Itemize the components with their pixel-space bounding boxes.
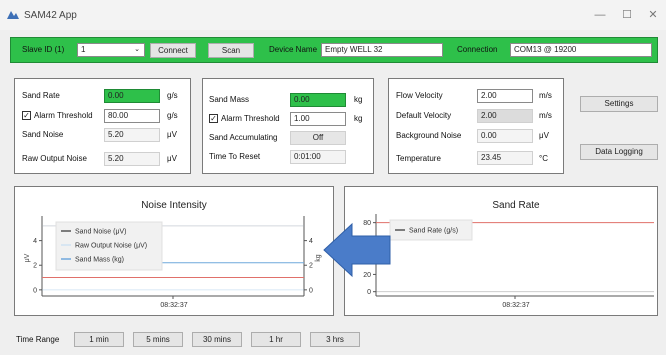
slave-id-value: 1 (81, 45, 86, 54)
y-tick-label-right: 4 (309, 238, 313, 245)
device-name-label: Device Name (269, 45, 318, 54)
y-tick-label-right: 2 (309, 263, 313, 270)
alarm-threshold-unit: g/s (167, 111, 178, 120)
time-to-reset-label: Time To Reset (209, 152, 261, 161)
y-tick-label-right: 0 (309, 287, 313, 294)
legend-label: Sand Rate (g/s) (409, 228, 458, 235)
close-button[interactable]: ✕ (643, 7, 663, 23)
sand-accumulating-toggle[interactable]: Off (290, 131, 346, 145)
flow-velocity-unit: m/s (539, 91, 552, 100)
chart-title: Noise Intensity (141, 200, 207, 211)
default-velocity-field: 2.00 (477, 109, 533, 123)
checkmark-icon: ✓ (23, 111, 30, 120)
alarm-threshold-input[interactable]: 80.00 (104, 109, 160, 123)
chevron-down-icon: ⌄ (134, 46, 140, 53)
raw-output-noise-unit: μV (167, 154, 177, 163)
y-tick-label: 0 (367, 289, 371, 296)
raw-output-noise-field: 5.20 (104, 152, 160, 166)
sand-rate-unit: g/s (167, 91, 178, 100)
sand-noise-field: 5.20 (104, 128, 160, 142)
sand-mass-unit: kg (354, 95, 363, 104)
sand-noise-unit: μV (167, 130, 177, 139)
alarm-threshold-label: Alarm Threshold (34, 111, 93, 120)
background-noise-field: 0.00 (477, 129, 533, 143)
time-range-1hr-button[interactable]: 1 hr (251, 332, 301, 347)
y-tick-label-left: 4 (33, 238, 37, 245)
sand-noise-label: Sand Noise (22, 130, 64, 139)
sand-mass-label: Sand Mass (209, 95, 250, 104)
app-logo-icon (7, 11, 19, 19)
connect-button[interactable]: Connect (150, 43, 196, 58)
sand-accumulating-label: Sand Accumulating (209, 133, 278, 142)
title-bar: SAM42 App — ☐ ✕ (0, 0, 666, 30)
mass-alarm-threshold-input[interactable]: 1.00 (290, 112, 346, 126)
flow-velocity-label: Flow Velocity (396, 91, 443, 100)
background-noise-label: Background Noise (396, 131, 462, 140)
time-to-reset-field: 0:01:00 (290, 150, 346, 164)
y-tick-label-left: 0 (33, 287, 37, 294)
x-tick-label: 08:32:37 (502, 302, 529, 309)
data-logging-button[interactable]: Data Logging (580, 144, 658, 160)
maximize-button[interactable]: ☐ (617, 7, 637, 23)
y-axis-label-left: μV (24, 253, 31, 262)
x-tick-label: 08:32:37 (160, 302, 187, 309)
background-noise-unit: μV (539, 131, 549, 140)
device-name-field[interactable]: Empty WELL 32 (321, 43, 443, 57)
temperature-unit: °C (539, 154, 548, 163)
legend-label: Sand Noise (μV) (75, 229, 127, 236)
sand-rate-label: Sand Rate (22, 91, 60, 100)
mass-alarm-threshold-checkbox[interactable]: ✓ (209, 114, 218, 123)
time-range-3hrs-button[interactable]: 3 hrs (310, 332, 360, 347)
settings-button[interactable]: Settings (580, 96, 658, 112)
y-axis-label-right: kg (315, 254, 322, 262)
y-tick-label-left: 2 (33, 263, 37, 270)
slave-id-label: Slave ID (1) (22, 45, 65, 54)
pointer-arrow-icon (323, 222, 391, 278)
flow-velocity-input[interactable]: 2.00 (477, 89, 533, 103)
alarm-threshold-checkbox[interactable]: ✓ (22, 111, 31, 120)
mass-alarm-threshold-unit: kg (354, 114, 363, 123)
default-velocity-label: Default Velocity (396, 111, 452, 120)
sand-mass-field: 0.00 (290, 93, 346, 107)
default-velocity-unit: m/s (539, 111, 552, 120)
app-title: SAM42 App (24, 10, 77, 21)
mass-alarm-threshold-label: Alarm Threshold (221, 114, 280, 123)
noise-intensity-chart: Noise Intensity 0 2 4 0 2 4 μV kg Sand Noise … (14, 186, 334, 316)
time-range-5mins-button[interactable]: 5 mins (133, 332, 183, 347)
scan-button[interactable]: Scan (208, 43, 254, 58)
time-range-30mins-button[interactable]: 30 mins (192, 332, 242, 347)
legend-label: Sand Mass (kg) (75, 257, 124, 264)
checkmark-icon: ✓ (210, 114, 217, 123)
slave-id-select[interactable]: 1 ⌄ (77, 43, 145, 57)
connection-field[interactable]: COM13 @ 19200 (510, 43, 652, 57)
connection-label: Connection (457, 45, 498, 54)
time-range-1min-button[interactable]: 1 min (74, 332, 124, 347)
sand-rate-field: 0.00 (104, 89, 160, 103)
legend-label: Raw Output Noise (μV) (75, 243, 147, 250)
minimize-button[interactable]: — (590, 7, 610, 23)
temperature-field: 23.45 (477, 151, 533, 165)
chart-title: Sand Rate (492, 200, 540, 211)
raw-output-noise-label: Raw Output Noise (22, 154, 87, 163)
temperature-label: Temperature (396, 154, 441, 163)
time-range-label: Time Range (16, 335, 60, 344)
